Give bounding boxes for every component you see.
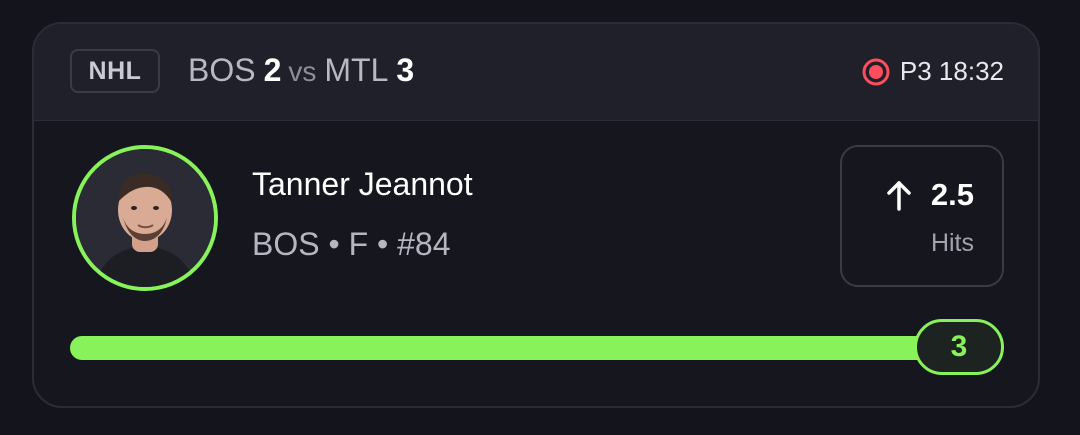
away-score: 3: [396, 52, 415, 88]
home-score: 2: [263, 52, 282, 88]
live-record-icon: [862, 58, 890, 85]
prop-line-value: 2.5: [930, 177, 974, 212]
home-team: BOS: [188, 52, 256, 88]
player-prop-card[interactable]: NHL BOS 2 vs MTL 3 P3 18:32 Tanner Jeann…: [32, 22, 1040, 408]
prop-stat-label: Hits: [930, 229, 974, 257]
player-avatar: [72, 145, 218, 291]
player-name: Tanner Jeannot: [252, 166, 473, 202]
progress-current-value: 3: [914, 319, 1004, 375]
league-badge: NHL: [70, 49, 160, 93]
period-clock: P3 18:32: [899, 56, 1004, 86]
vs-label: vs: [288, 56, 317, 87]
player-photo: [76, 149, 214, 287]
player-team-position-number: BOS • F • #84: [252, 226, 451, 262]
line-row: 2.5: [883, 177, 974, 213]
game-header: NHL BOS 2 vs MTL 3 P3 18:32: [34, 24, 1038, 121]
away-team: MTL: [324, 52, 389, 88]
arrow-up-icon: [887, 181, 911, 211]
matchup-score: BOS 2 vs MTL 3: [188, 52, 414, 92]
progress-fill: [70, 336, 1002, 360]
prop-line-box[interactable]: 2.5 Hits: [840, 145, 1004, 287]
progress-track: [70, 336, 1002, 360]
live-game-status: P3 18:32: [862, 56, 1004, 87]
